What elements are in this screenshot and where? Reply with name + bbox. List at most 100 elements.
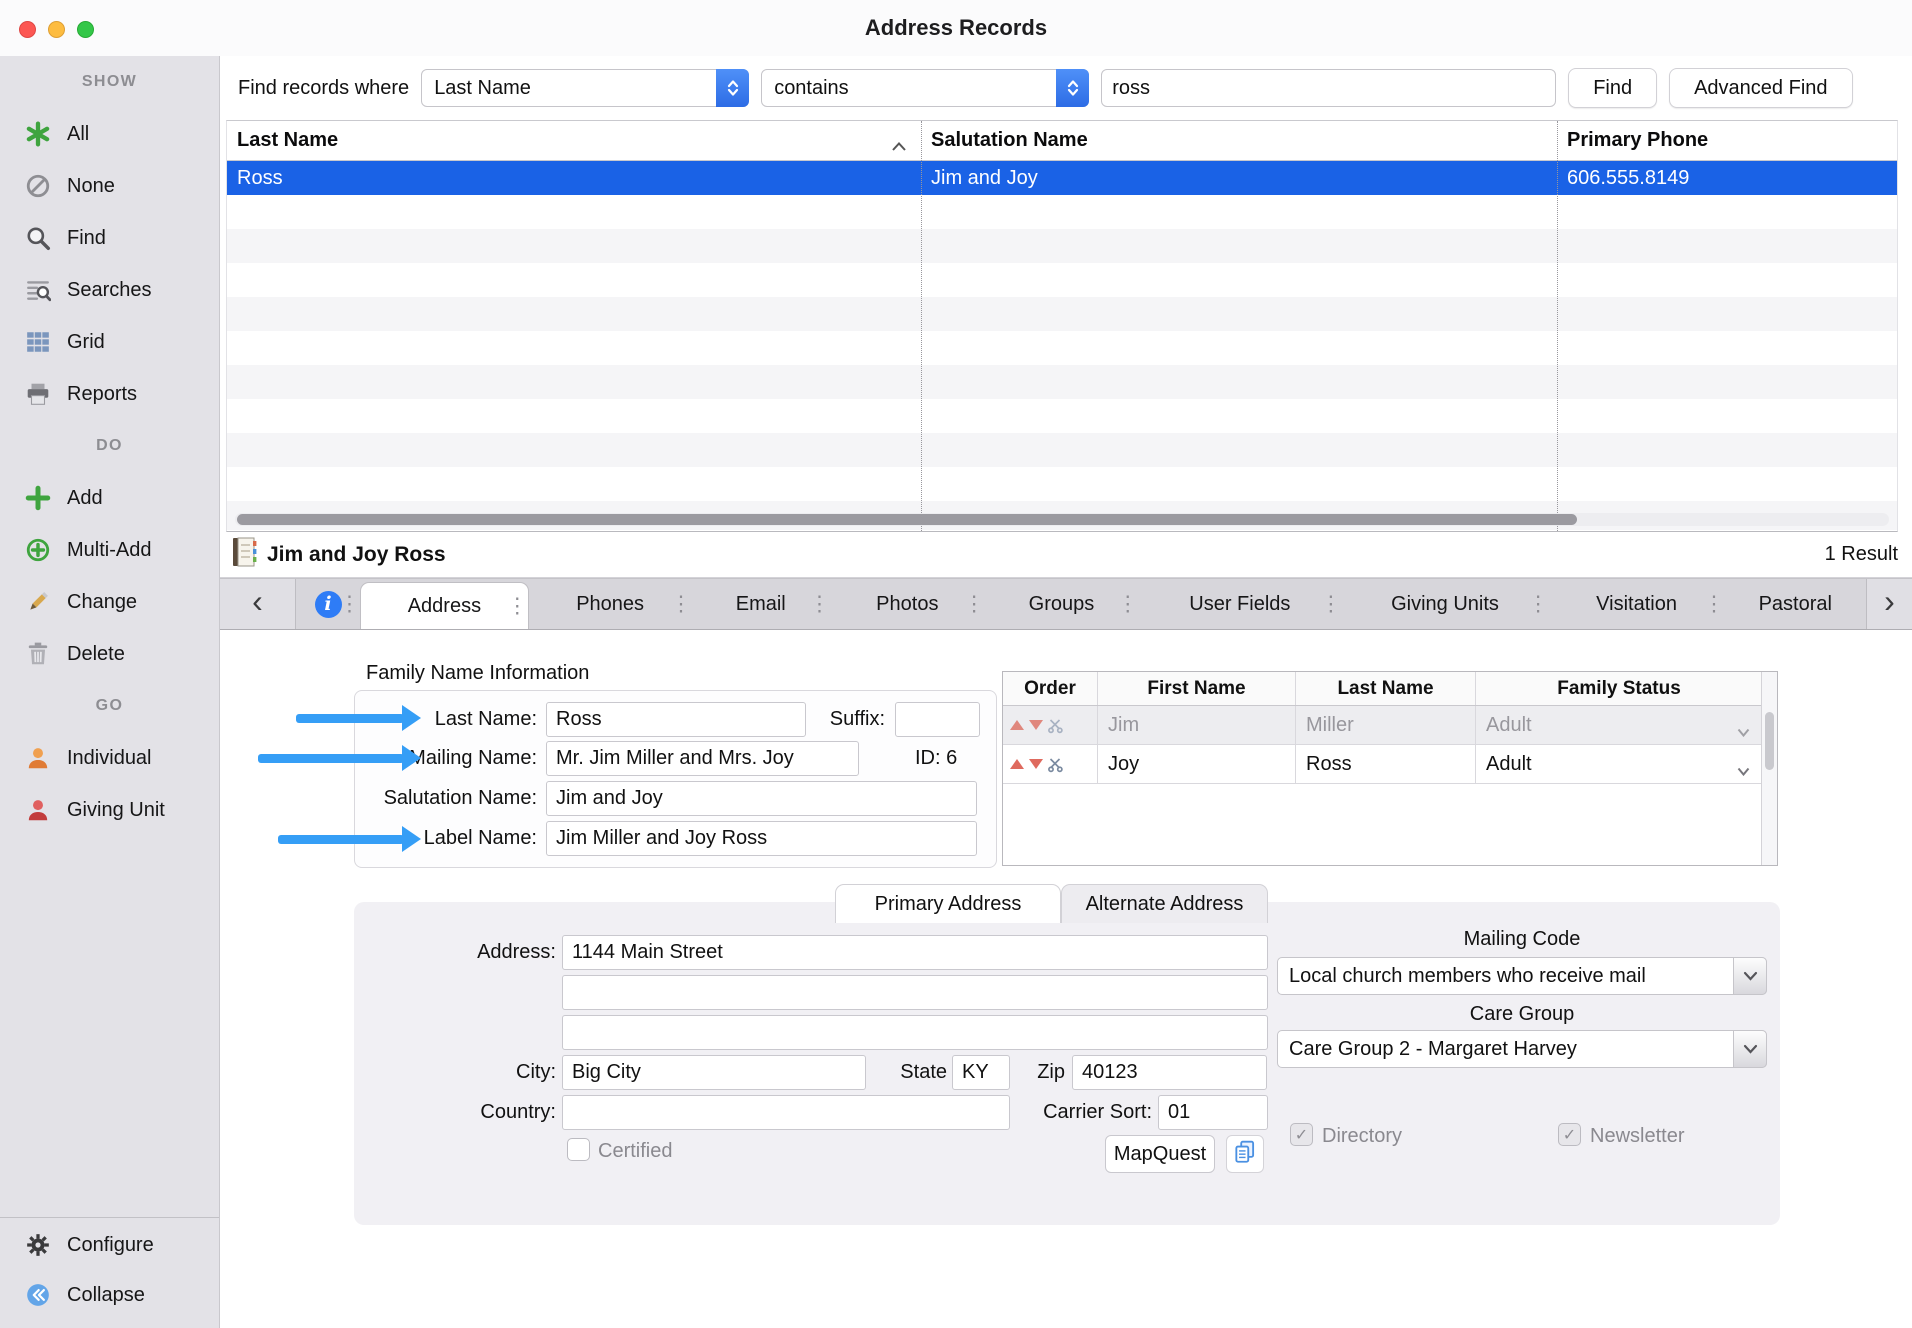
mailing-name-input[interactable] xyxy=(546,741,859,776)
column-separator xyxy=(921,121,922,531)
split-scissors-icon[interactable] xyxy=(1047,756,1064,773)
result-row-selected[interactable]: Ross Jim and Joy 606.555.8149 xyxy=(227,161,1897,195)
results-empty-rows xyxy=(227,195,1897,530)
sidebar-item-change[interactable]: Change xyxy=(0,576,219,628)
member-row[interactable]: Jim Miller Adult xyxy=(1003,706,1777,745)
find-field-select[interactable]: Last Name xyxy=(421,69,749,107)
label-name-input[interactable] xyxy=(546,821,977,856)
find-field-value: Last Name xyxy=(434,77,531,100)
suffix-label: Suffix: xyxy=(775,708,885,731)
newsletter-checkbox[interactable]: ✓ xyxy=(1558,1123,1581,1146)
tab-primary-address[interactable]: Primary Address xyxy=(835,884,1061,923)
horizontal-scrollbar[interactable] xyxy=(235,513,1889,526)
column-header-salutation-name[interactable]: Salutation Name xyxy=(921,121,1557,160)
sidebar-item-add[interactable]: Add xyxy=(0,472,219,524)
find-button[interactable]: Find xyxy=(1568,68,1657,108)
annotation-arrow-mailing-name xyxy=(258,745,421,771)
tab-scroll-right-button[interactable]: › xyxy=(1866,579,1912,629)
tab-photos[interactable]: Photos⋮ xyxy=(830,579,985,629)
cell-salutation-name: Jim and Joy xyxy=(921,161,1557,195)
tab-label: Email xyxy=(736,593,786,616)
results-table: Last Name Salutation Name Primary Phone … xyxy=(226,120,1898,532)
state-label: State xyxy=(874,1061,947,1084)
grid-icon xyxy=(22,329,54,355)
scrollbar-thumb[interactable] xyxy=(1765,712,1774,770)
column-header-label: Order xyxy=(1024,678,1076,700)
find-operator-select[interactable]: contains xyxy=(761,69,1089,107)
sidebar-item-all[interactable]: All xyxy=(0,108,219,160)
tab-pastoral[interactable]: Pastoral xyxy=(1725,579,1867,629)
address-line1-input[interactable] xyxy=(562,935,1268,970)
newsletter-label: Newsletter xyxy=(1590,1125,1760,1148)
family-status-select[interactable]: Adult xyxy=(1476,706,1763,744)
move-down-icon[interactable] xyxy=(1028,757,1044,771)
salutation-name-label: Salutation Name: xyxy=(355,787,537,810)
mapquest-button[interactable]: MapQuest xyxy=(1105,1135,1215,1173)
care-group-select[interactable]: Care Group 2 - Margaret Harvey xyxy=(1277,1030,1767,1068)
family-status-select[interactable]: Adult xyxy=(1476,745,1763,783)
move-down-icon[interactable] xyxy=(1028,718,1044,732)
select-chevrons-icon xyxy=(716,69,749,107)
copy-address-button[interactable] xyxy=(1226,1135,1264,1173)
find-query-input[interactable] xyxy=(1101,69,1556,107)
last-name-input[interactable] xyxy=(546,702,806,737)
column-header-last-name[interactable]: Last Name xyxy=(227,121,921,160)
tab-giving-units[interactable]: Giving Units⋮ xyxy=(1341,579,1548,629)
sidebar-item-grid[interactable]: Grid xyxy=(0,316,219,368)
members-scrollbar[interactable] xyxy=(1761,672,1777,865)
tab-groups[interactable]: Groups⋮ xyxy=(985,579,1139,629)
tab-visitation[interactable]: Visitation⋮ xyxy=(1549,579,1725,629)
address-line2-input[interactable] xyxy=(562,975,1268,1010)
move-up-icon[interactable] xyxy=(1009,718,1025,732)
sidebar-item-label: Delete xyxy=(67,643,125,666)
zip-input[interactable] xyxy=(1072,1055,1267,1090)
family-name-information-title: Family Name Information xyxy=(366,662,589,685)
salutation-name-input[interactable] xyxy=(546,781,977,816)
country-input[interactable] xyxy=(562,1095,1010,1130)
mailing-code-select[interactable]: Local church members who receive mail xyxy=(1277,957,1767,995)
tab-email[interactable]: Email⋮ xyxy=(692,579,830,629)
carrier-sort-label: Carrier Sort: xyxy=(994,1101,1152,1124)
sidebar-item-none[interactable]: None xyxy=(0,160,219,212)
sidebar-item-reports[interactable]: Reports xyxy=(0,368,219,420)
person-red-icon xyxy=(22,797,54,823)
members-header-row: Order First Name Last Name Family Status xyxy=(1003,672,1777,706)
member-row[interactable]: Joy Ross Adult xyxy=(1003,745,1777,784)
certified-label: Certified xyxy=(598,1140,738,1163)
tab-scroll-left-button[interactable]: ‹ xyxy=(220,579,296,629)
sidebar-item-searches[interactable]: Searches xyxy=(0,264,219,316)
move-up-icon[interactable] xyxy=(1009,757,1025,771)
family-name-information-group: Last Name: Suffix: Mailing Name: ID: 6 S… xyxy=(354,690,997,868)
tab-phones[interactable]: Phones⋮ xyxy=(529,579,692,629)
directory-checkbox[interactable]: ✓ xyxy=(1290,1123,1313,1146)
tab-info[interactable]: i ⋮ xyxy=(296,579,360,629)
certified-checkbox[interactable] xyxy=(567,1138,590,1161)
carrier-sort-input[interactable] xyxy=(1158,1095,1268,1130)
sidebar-item-delete[interactable]: Delete xyxy=(0,628,219,680)
tab-address[interactable]: Address⋮ xyxy=(360,582,529,629)
address-line3-input[interactable] xyxy=(562,1015,1268,1050)
asterisk-icon xyxy=(22,121,54,147)
tab-separator-icon: ⋮ xyxy=(1320,592,1341,617)
tab-alternate-address[interactable]: Alternate Address xyxy=(1061,884,1268,923)
tab-user-fields[interactable]: User Fields⋮ xyxy=(1138,579,1341,629)
sidebar-item-collapse[interactable]: Collapse xyxy=(0,1270,219,1320)
city-input[interactable] xyxy=(562,1055,866,1090)
sidebar-item-configure[interactable]: Configure xyxy=(0,1220,219,1270)
split-scissors-icon[interactable] xyxy=(1047,717,1064,734)
sidebar-item-multi-add[interactable]: Multi-Add xyxy=(0,524,219,576)
advanced-find-button[interactable]: Advanced Find xyxy=(1669,68,1852,108)
tab-separator-icon: ⋮ xyxy=(964,592,985,617)
sidebar-item-label: Configure xyxy=(67,1234,154,1257)
info-icon: i xyxy=(315,591,342,618)
column-header-primary-phone[interactable]: Primary Phone xyxy=(1557,121,1897,160)
sidebar: SHOW All None Find Searches Grid Reports… xyxy=(0,56,220,1328)
tab-label: Pastoral xyxy=(1759,593,1832,616)
sidebar-item-individual[interactable]: Individual xyxy=(0,732,219,784)
member-order-cell xyxy=(1003,745,1098,783)
suffix-input[interactable] xyxy=(895,702,980,737)
sidebar-item-giving-unit[interactable]: Giving Unit xyxy=(0,784,219,836)
sidebar-item-find[interactable]: Find xyxy=(0,212,219,264)
column-separator xyxy=(1557,121,1558,531)
scrollbar-thumb[interactable] xyxy=(237,514,1577,525)
